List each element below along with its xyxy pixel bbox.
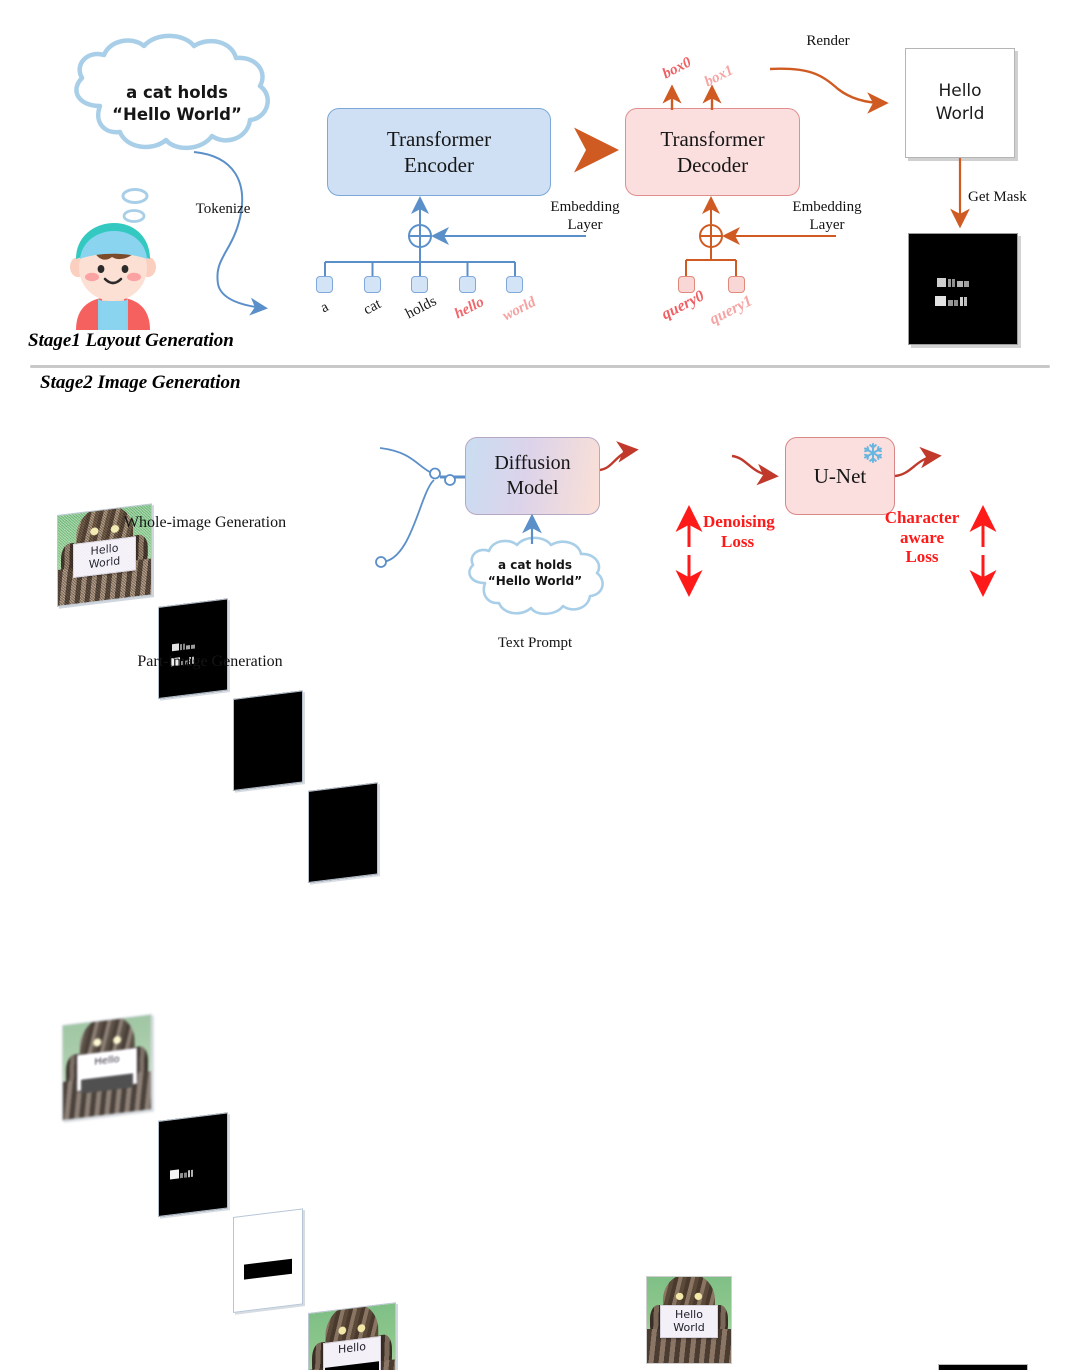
sign-card: Hello World	[72, 535, 137, 578]
stage2-title: Stage2 Image Generation	[40, 372, 241, 393]
child-avatar	[58, 215, 168, 330]
sign-line1: Hello	[338, 1339, 366, 1357]
thought-bubble-large	[120, 187, 150, 210]
binary-mask-bar	[244, 1258, 292, 1280]
snowflake-icon	[862, 442, 884, 469]
diffusion-label-line2: Model	[506, 477, 559, 499]
character-loss-line2: aware	[899, 527, 945, 547]
get-mask-label: Get Mask	[968, 189, 1027, 205]
character-loss-line1: Character	[884, 508, 960, 527]
tokenize-label: Tokenize	[195, 201, 251, 217]
output-label-box0: box0	[660, 54, 694, 83]
denoising-loss-arrow	[675, 503, 703, 604]
encoder-label-line1: Transformer	[386, 126, 492, 151]
mask-glyph-row-1	[937, 278, 969, 287]
thought-cloud-line2: “Hello World”	[112, 105, 242, 124]
denoising-loss-line1: Denoising	[703, 512, 775, 531]
embedding-layer-left-line2: Layer	[567, 217, 603, 233]
sign-line1: Hello	[90, 541, 119, 559]
token-label-3: hello	[452, 293, 487, 323]
decoder-label-line1: Transformer	[660, 126, 765, 151]
panel-mask-row-1	[170, 1168, 193, 1180]
character-aware-loss-arrow	[969, 503, 997, 604]
transformer-encoder-box[interactable]: Transformer Encoder	[327, 108, 551, 196]
predicted-mask-top	[938, 1364, 1028, 1370]
rendered-layout-card: Hello World	[905, 48, 1015, 158]
render-card-line1: Hello	[938, 81, 982, 102]
token-label-2: holds	[403, 293, 440, 323]
layout-mask-tile	[908, 233, 1018, 345]
token-label-4: world	[500, 294, 539, 325]
sign-line2: World	[88, 554, 121, 571]
child-avatar-svg	[70, 223, 156, 330]
transformer-decoder-box[interactable]: Transformer Decoder	[625, 108, 800, 196]
token-box-2[interactable]	[411, 276, 428, 293]
thought-cloud-line1: a cat holds	[126, 83, 228, 102]
part-image-mask-panel	[158, 1112, 228, 1217]
render-card-line2: World	[935, 104, 985, 124]
render-label: Render	[806, 33, 850, 49]
stage-divider	[30, 365, 1050, 368]
whole-image-mask-panel	[158, 598, 228, 699]
cat-paw-left	[60, 541, 84, 581]
whole-image-blank-panel-1	[233, 690, 303, 791]
generated-image-top: Hello World	[646, 1276, 732, 1364]
denoising-loss-line2: Loss	[721, 531, 755, 551]
diffusion-label-line1: Diffusion	[494, 452, 571, 474]
diffusion-to-output-arrow	[598, 440, 646, 481]
figure-canvas: a cat holds “Hello World” Tokenize Trans…	[0, 0, 1080, 1370]
unet-to-mask-arrow	[893, 446, 949, 497]
whole-image-caption: Whole-image Generation	[123, 514, 287, 531]
query-label-1: query1	[707, 292, 756, 329]
diffusion-model-box[interactable]: Diffusion Model	[465, 437, 600, 515]
sign-card: Hello World	[660, 1305, 718, 1339]
sign-line2: World	[673, 1320, 705, 1334]
decoder-label-line2: Decoder	[676, 153, 749, 177]
part-image-result: Hello	[308, 1302, 396, 1370]
token-box-3[interactable]	[459, 276, 476, 293]
query-box-1[interactable]	[728, 276, 745, 293]
render-arrow	[769, 55, 910, 120]
part-image-noisy-sample: Hello	[62, 1013, 152, 1121]
encoder-decoder-connector	[549, 127, 625, 173]
cat-body	[58, 558, 151, 606]
sign-line1: Hello	[675, 1308, 703, 1322]
token-box-4[interactable]	[506, 276, 523, 293]
stage1-title: Stage1 Layout Generation	[28, 330, 234, 351]
token-box-0[interactable]	[316, 276, 333, 293]
decoder-output-arrows	[660, 80, 750, 117]
part-image-caption: Part-image Generation	[137, 653, 283, 670]
panel-mask-row-1	[172, 641, 195, 652]
denoising-loss-label: Denoising Loss	[703, 512, 833, 551]
sign-line1: Hello	[94, 1053, 120, 1069]
prompt-to-diffusion-arrow	[522, 512, 542, 549]
token-box-1[interactable]	[364, 276, 381, 293]
output-to-unet-arrow	[730, 448, 786, 497]
prompt-cloud-line2: “Hello World”	[487, 574, 583, 588]
embedding-layer-right-line2: Layer	[809, 217, 845, 233]
character-loss-line3: Loss	[905, 547, 939, 567]
encoder-label-line2: Encoder	[404, 153, 474, 177]
unet-label: U-Net	[813, 463, 867, 488]
prompt-cloud-line1: a cat holds	[497, 558, 573, 572]
part-image-binary-mask-panel	[233, 1208, 303, 1313]
embedding-layer-right-line1: Embedding	[792, 199, 862, 215]
embedding-layer-left-line1: Embedding	[550, 199, 620, 215]
character-aware-loss-label: Character aware Loss	[872, 508, 972, 567]
cat-paw-right	[125, 533, 149, 573]
text-prompt-caption: Text Prompt	[497, 635, 573, 651]
mask-glyph-row-2	[935, 296, 967, 306]
whole-image-blank-panel-2	[308, 782, 378, 883]
